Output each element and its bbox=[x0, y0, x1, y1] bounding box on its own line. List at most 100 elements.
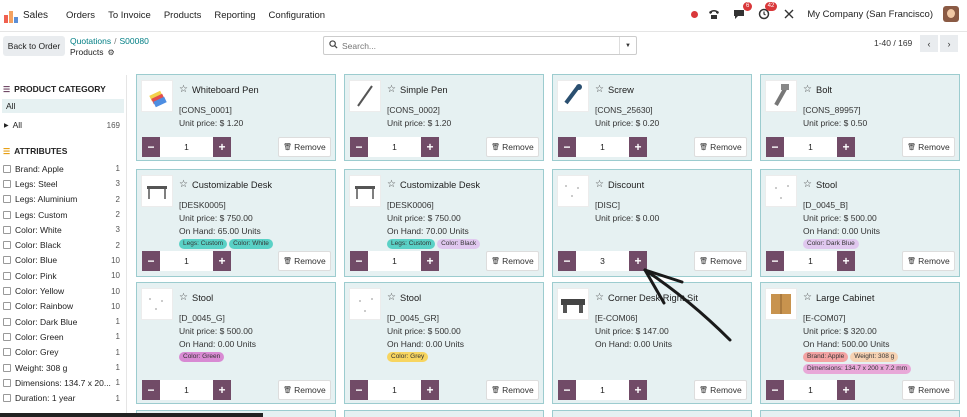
product-card[interactable]: ☆ Stool [D_0045_GR] Unit price: $ 500.00 On … bbox=[344, 282, 544, 404]
attribute-filter[interactable]: Color: Pink 10 bbox=[0, 268, 126, 283]
tools-icon[interactable] bbox=[782, 7, 796, 21]
checkbox[interactable] bbox=[3, 210, 11, 219]
quantity-input[interactable]: 3 bbox=[576, 251, 629, 271]
breadcrumb-quotations[interactable]: Quotations bbox=[70, 36, 111, 46]
star-icon[interactable]: ☆ bbox=[387, 292, 396, 303]
decrease-quantity-button[interactable]: − bbox=[558, 380, 576, 400]
decrease-quantity-button[interactable]: − bbox=[558, 137, 576, 157]
decrease-quantity-button[interactable]: − bbox=[558, 251, 576, 271]
attribute-filter[interactable]: Dimensions: 134.7 x 20... 1 bbox=[0, 375, 126, 390]
attribute-filter[interactable]: Color: Grey 1 bbox=[0, 345, 126, 360]
messages-icon[interactable]: 6 bbox=[732, 2, 753, 21]
attribute-filter[interactable]: Duration: 1 year 1 bbox=[0, 390, 126, 405]
increase-quantity-button[interactable]: + bbox=[213, 137, 231, 157]
increase-quantity-button[interactable]: + bbox=[421, 251, 439, 271]
quantity-input[interactable]: 1 bbox=[160, 137, 213, 157]
quantity-input[interactable]: 1 bbox=[368, 380, 421, 400]
decrease-quantity-button[interactable]: − bbox=[766, 380, 784, 400]
checkbox[interactable] bbox=[3, 195, 11, 204]
checkbox[interactable] bbox=[3, 241, 11, 250]
attribute-filter[interactable]: Color: Rainbow 10 bbox=[0, 299, 126, 314]
pager-value[interactable]: 1-40 / 169 bbox=[874, 38, 912, 48]
quantity-input[interactable]: 1 bbox=[576, 380, 629, 400]
star-icon[interactable]: ☆ bbox=[595, 84, 604, 95]
phone-icon[interactable] bbox=[707, 7, 721, 21]
checkbox[interactable] bbox=[3, 225, 11, 234]
quantity-input[interactable]: 1 bbox=[160, 251, 213, 271]
pager-next-button[interactable]: › bbox=[940, 35, 958, 52]
remove-button[interactable]: 🗑 Remove bbox=[902, 137, 955, 157]
checkbox[interactable] bbox=[3, 287, 11, 296]
attribute-filter[interactable]: Legs: Steel 3 bbox=[0, 176, 126, 191]
sales-app-icon[interactable] bbox=[4, 9, 18, 23]
product-card[interactable]: ☆ Discount [DISC] Unit price: $ 0.00 −3 + 🗑 Rem… bbox=[552, 169, 752, 277]
product-card[interactable]: ☆ Customizable Desk [DESK0005] Unit price: … bbox=[136, 169, 336, 277]
checkbox[interactable] bbox=[3, 317, 11, 326]
quantity-stepper[interactable]: −1 + bbox=[766, 137, 855, 157]
category-all-selected[interactable]: All bbox=[2, 99, 124, 113]
menu-orders[interactable]: Orders bbox=[66, 10, 95, 21]
checkbox[interactable] bbox=[3, 271, 11, 280]
decrease-quantity-button[interactable]: − bbox=[766, 137, 784, 157]
user-avatar[interactable] bbox=[943, 6, 959, 22]
decrease-quantity-button[interactable]: − bbox=[350, 137, 368, 157]
product-card[interactable]: ☆ Customizable Desk [DESK0006] Unit price: … bbox=[344, 169, 544, 277]
product-card[interactable]: ☆ Whiteboard Pen [CONS_0001] Unit price: $ … bbox=[136, 74, 336, 161]
quantity-input[interactable]: 1 bbox=[784, 380, 837, 400]
search-input[interactable] bbox=[342, 39, 612, 52]
quantity-stepper[interactable]: −3 + bbox=[558, 251, 647, 271]
increase-quantity-button[interactable]: + bbox=[837, 380, 855, 400]
company-switcher[interactable]: My Company (San Francisco) bbox=[807, 9, 933, 20]
remove-button[interactable]: 🗑 Remove bbox=[278, 137, 331, 157]
quantity-stepper[interactable]: −1 + bbox=[142, 137, 231, 157]
quantity-stepper[interactable]: −1 + bbox=[558, 380, 647, 400]
caret-right-icon[interactable]: ▶ bbox=[4, 122, 9, 129]
product-card[interactable]: ☆ Corner Desk Right Sit [E-COM06] Unit pric… bbox=[552, 282, 752, 404]
increase-quantity-button[interactable]: + bbox=[629, 380, 647, 400]
gear-icon[interactable]: ⚙ bbox=[108, 48, 115, 57]
quantity-stepper[interactable]: −1 + bbox=[350, 380, 439, 400]
menu-configuration[interactable]: Configuration bbox=[269, 10, 326, 21]
checkbox[interactable] bbox=[3, 256, 11, 265]
search-options-caret-icon[interactable]: ▼ bbox=[619, 37, 636, 54]
star-icon[interactable]: ☆ bbox=[179, 292, 188, 303]
increase-quantity-button[interactable]: + bbox=[837, 137, 855, 157]
remove-button[interactable]: 🗑 Remove bbox=[694, 137, 747, 157]
checkbox[interactable] bbox=[3, 164, 11, 173]
remove-button[interactable]: 🗑 Remove bbox=[486, 251, 539, 271]
star-icon[interactable]: ☆ bbox=[595, 292, 604, 303]
attribute-filter[interactable]: Color: Green 1 bbox=[0, 329, 126, 344]
attribute-filter[interactable]: Color: Blue 10 bbox=[0, 253, 126, 268]
menu-reporting[interactable]: Reporting bbox=[214, 10, 255, 21]
activity-clock-icon[interactable]: 42 bbox=[757, 2, 778, 21]
remove-button[interactable]: 🗑 Remove bbox=[278, 380, 331, 400]
decrease-quantity-button[interactable]: − bbox=[142, 251, 160, 271]
decrease-quantity-button[interactable]: − bbox=[142, 137, 160, 157]
attribute-filter[interactable]: Color: White 3 bbox=[0, 222, 126, 237]
checkbox[interactable] bbox=[3, 363, 11, 372]
remove-button[interactable]: 🗑 Remove bbox=[486, 380, 539, 400]
quantity-input[interactable]: 1 bbox=[160, 380, 213, 400]
star-icon[interactable]: ☆ bbox=[179, 84, 188, 95]
star-icon[interactable]: ☆ bbox=[387, 84, 396, 95]
product-card[interactable] bbox=[344, 410, 544, 417]
attribute-filter[interactable]: Weight: 308 g 1 bbox=[0, 360, 126, 375]
menu-to-invoice[interactable]: To Invoice bbox=[108, 10, 151, 21]
quantity-stepper[interactable]: −1 + bbox=[142, 251, 231, 271]
product-card[interactable]: ☆ Screw [CONS_25630] Unit price: $ 0.20 −1 + 🗑… bbox=[552, 74, 752, 161]
increase-quantity-button[interactable]: + bbox=[213, 251, 231, 271]
remove-button[interactable]: 🗑 Remove bbox=[278, 251, 331, 271]
product-card[interactable]: ☆ Simple Pen [CONS_0002] Unit price: $ 1.20… bbox=[344, 74, 544, 161]
attribute-filter[interactable]: Color: Dark Blue 1 bbox=[0, 314, 126, 329]
increase-quantity-button[interactable]: + bbox=[213, 380, 231, 400]
increase-quantity-button[interactable]: + bbox=[421, 380, 439, 400]
increase-quantity-button[interactable]: + bbox=[421, 137, 439, 157]
back-to-order-button[interactable]: Back to Order bbox=[3, 36, 65, 56]
quantity-input[interactable]: 1 bbox=[368, 137, 421, 157]
product-card[interactable]: ☆ Bolt [CONS_89957] Unit price: $ 0.50 −1 + 🗑 R… bbox=[760, 74, 960, 161]
star-icon[interactable]: ☆ bbox=[595, 179, 604, 190]
quantity-stepper[interactable]: −1 + bbox=[142, 380, 231, 400]
remove-button[interactable]: 🗑 Remove bbox=[694, 251, 747, 271]
search-box[interactable]: ▼ bbox=[323, 36, 637, 55]
decrease-quantity-button[interactable]: − bbox=[766, 251, 784, 271]
